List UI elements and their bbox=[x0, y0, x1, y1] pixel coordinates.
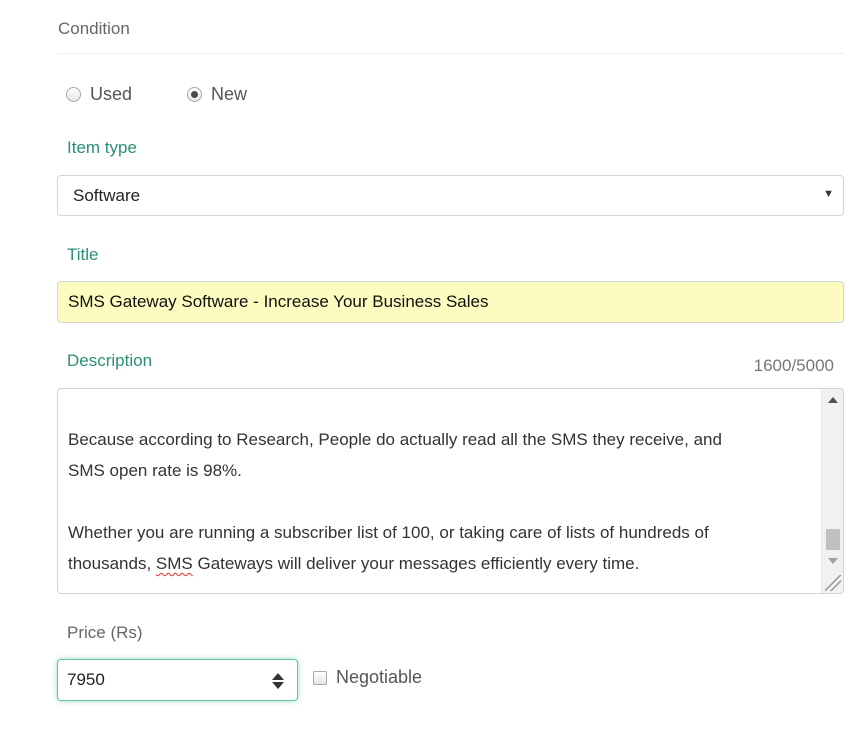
description-scrollbar[interactable] bbox=[821, 389, 843, 593]
description-blank-line bbox=[68, 393, 818, 424]
spellcheck-flagged-word: SMS bbox=[155, 554, 193, 573]
radio-new-label: New bbox=[211, 83, 248, 104]
description-line: thousands, SMS Gateways will deliver you… bbox=[68, 548, 818, 579]
price-label: Price (Rs) bbox=[67, 623, 143, 642]
scrollbar-thumb[interactable] bbox=[826, 529, 840, 550]
description-textarea[interactable]: Because according to Research, People do… bbox=[57, 388, 844, 594]
title-input-value: SMS Gateway Software - Increase Your Bus… bbox=[68, 292, 489, 311]
title-input[interactable]: SMS Gateway Software - Increase Your Bus… bbox=[57, 281, 844, 323]
stepper-down-icon[interactable] bbox=[272, 682, 284, 689]
section-title-condition: Condition bbox=[58, 19, 130, 38]
radio-new-circle[interactable] bbox=[187, 86, 203, 102]
item-type-select[interactable]: Software ▼ bbox=[57, 175, 844, 216]
negotiable-checkbox-option[interactable]: Negotiable bbox=[313, 667, 422, 688]
radio-option-used[interactable]: Used bbox=[66, 84, 132, 105]
chevron-down-icon[interactable]: ▼ bbox=[823, 188, 834, 200]
description-text-segment: thousands, bbox=[68, 554, 156, 573]
description-text-segment: Gateways will deliver your messages effi… bbox=[192, 554, 640, 573]
section-divider bbox=[58, 53, 844, 54]
item-type-label: Item type bbox=[67, 138, 137, 157]
condition-radio-group: Used New bbox=[66, 82, 247, 106]
item-type-selected-value: Software bbox=[73, 185, 141, 205]
description-line: Because according to Research, People do… bbox=[68, 430, 722, 449]
negotiable-checkbox[interactable] bbox=[313, 670, 327, 685]
price-input[interactable]: 7950 bbox=[57, 659, 298, 701]
radio-used-circle[interactable] bbox=[66, 86, 81, 102]
radio-used-label: Used bbox=[90, 83, 133, 104]
description-line: SMS open rate is 98%. bbox=[68, 461, 242, 480]
price-stepper[interactable] bbox=[269, 671, 287, 691]
description-label: Description bbox=[67, 351, 153, 370]
negotiable-label: Negotiable bbox=[336, 667, 423, 687]
scroll-down-arrow-icon[interactable] bbox=[828, 558, 838, 564]
description-text: Because according to Research, People do… bbox=[68, 389, 818, 579]
price-input-value: 7950 bbox=[67, 670, 105, 689]
title-label: Title bbox=[67, 245, 99, 264]
description-char-count: 1600/5000 bbox=[753, 356, 834, 375]
stepper-up-icon[interactable] bbox=[272, 673, 284, 680]
description-blank-line bbox=[68, 486, 818, 517]
description-line: Whether you are running a subscriber lis… bbox=[68, 523, 709, 542]
resize-handle-icon[interactable] bbox=[825, 575, 841, 591]
radio-option-new[interactable]: New bbox=[187, 84, 247, 105]
scroll-up-arrow-icon[interactable] bbox=[828, 397, 838, 403]
